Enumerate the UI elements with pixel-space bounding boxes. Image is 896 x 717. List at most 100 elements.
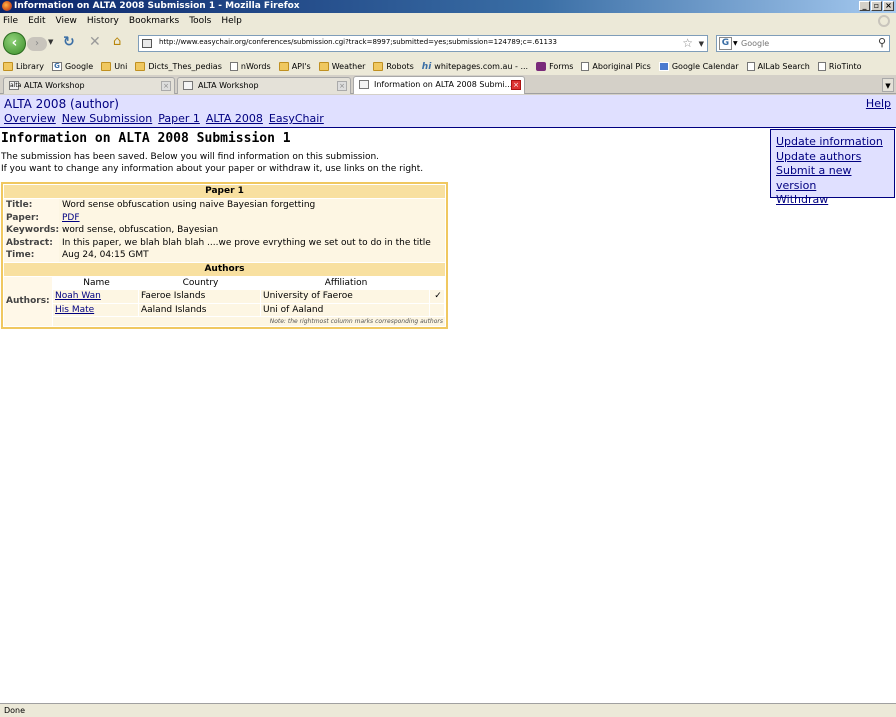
page-title: Information on ALTA 2008 Submission 1 xyxy=(1,131,291,146)
saved-message: The submission has been saved. Below you… xyxy=(1,152,380,162)
minimize-button[interactable]: _ xyxy=(859,1,870,11)
author-link[interactable]: Noah Wan xyxy=(55,291,101,301)
search-input[interactable] xyxy=(741,36,871,51)
menu-edit[interactable]: Edit xyxy=(28,16,45,26)
corresponding-note: Note: the rightmost column marks corresp… xyxy=(53,317,445,326)
easychair-header: ALTA 2008 (author) Help Overview New Sub… xyxy=(0,95,896,128)
nav-easychair[interactable]: EasyChair xyxy=(269,112,324,125)
tab-list-dropdown-icon[interactable]: ▼ xyxy=(882,78,894,92)
field-row-paper: Paper: PDF xyxy=(4,211,445,224)
stop-icon[interactable]: ✕ xyxy=(89,34,101,50)
menu-bar: File Edit View History Bookmarks Tools H… xyxy=(0,13,896,29)
paper-heading: Paper 1 xyxy=(4,185,445,198)
submission-actions-menu: Update information Update authors Submit… xyxy=(770,129,895,206)
bookmark-whitepages[interactable]: hi whitepages.com.au - ... xyxy=(421,61,528,72)
tab-close-icon[interactable]: × xyxy=(161,81,171,91)
nav-new-submission[interactable]: New Submission xyxy=(62,112,152,125)
bookmark-riotinto[interactable]: RioTinto xyxy=(817,61,862,71)
forward-button[interactable]: › xyxy=(27,37,47,51)
tab-alta-workshop-1[interactable]: alta ALTA Workshop × xyxy=(3,77,175,94)
url-bar[interactable]: http://www.easychair.org/conferences/sub… xyxy=(138,35,708,52)
page-icon xyxy=(229,61,238,71)
paper-title-value: Word sense obfuscation using naive Bayes… xyxy=(59,199,445,212)
forms-icon xyxy=(536,61,547,71)
google-engine-icon[interactable]: G xyxy=(719,37,732,50)
url-dropdown-icon[interactable]: ▼ xyxy=(699,40,704,48)
update-authors-link[interactable]: Update authors xyxy=(776,150,894,165)
help-link[interactable]: Help xyxy=(866,97,891,110)
corresponding-check-icon: ✓ xyxy=(430,290,444,303)
bookmark-apis[interactable]: API's xyxy=(278,61,311,71)
close-window-button[interactable]: × xyxy=(883,1,894,11)
bookmark-robots[interactable]: Robots xyxy=(373,61,414,71)
home-icon[interactable]: ⌂ xyxy=(113,34,121,49)
bookmark-dicts[interactable]: Dicts_Thes_pedias xyxy=(135,61,222,71)
table-row: His Mate Aaland Islands Uni of Aaland xyxy=(53,303,445,316)
abstract-value: In this paper, we blah blah blah ....we … xyxy=(59,236,445,249)
menu-tools[interactable]: Tools xyxy=(189,16,211,26)
withdraw-link[interactable]: Withdraw xyxy=(776,193,894,208)
folder-icon xyxy=(318,61,329,71)
folder-icon xyxy=(135,61,146,71)
bookmark-google-calendar[interactable]: Google Calendar xyxy=(658,61,739,71)
bookmark-forms[interactable]: Forms xyxy=(536,61,573,71)
update-information-link[interactable]: Update information xyxy=(776,135,894,150)
firefox-icon xyxy=(2,1,12,11)
submission-table: Paper 1 Title: Word sense obfuscation us… xyxy=(1,182,448,329)
bookmark-weather[interactable]: Weather xyxy=(318,61,365,71)
folder-icon xyxy=(278,61,289,71)
field-row-abstract: Abstract: In this paper, we blah blah bl… xyxy=(4,236,445,249)
reload-icon[interactable]: ↻ xyxy=(63,34,75,50)
bookmark-ailab-search[interactable]: AILab Search xyxy=(746,61,810,71)
search-icon[interactable]: ⚲ xyxy=(878,36,886,49)
maximize-button[interactable]: ▫ xyxy=(871,1,882,11)
bookmark-nwords[interactable]: nWords xyxy=(229,61,271,71)
pdf-link[interactable]: PDF xyxy=(62,213,80,223)
tab-strip: alta ALTA Workshop × ALTA Workshop × Inf… xyxy=(0,75,896,94)
nav-paper-1[interactable]: Paper 1 xyxy=(158,112,200,125)
authors-table: Name Country Affiliation Noah Wan Faeroe… xyxy=(53,276,445,326)
field-row-title: Title: Word sense obfuscation using naiv… xyxy=(4,199,445,212)
alta-favicon-icon: alta xyxy=(9,81,22,90)
back-button[interactable]: ‹ xyxy=(3,32,26,55)
whitepages-icon: hi xyxy=(421,61,432,72)
tab-close-icon[interactable]: × xyxy=(337,81,347,91)
google-icon: G xyxy=(51,61,62,71)
menu-help[interactable]: Help xyxy=(221,16,242,26)
bookmark-library[interactable]: Library xyxy=(3,61,44,71)
nav-alta-2008[interactable]: ALTA 2008 xyxy=(206,112,263,125)
menu-bookmarks[interactable]: Bookmarks xyxy=(129,16,179,26)
tab-alta-workshop-2[interactable]: ALTA Workshop × xyxy=(177,77,351,94)
tab-close-icon[interactable]: × xyxy=(511,80,521,90)
page-content: ALTA 2008 (author) Help Overview New Sub… xyxy=(0,95,896,703)
bookmark-uni[interactable]: Uni xyxy=(101,61,127,71)
engine-dropdown-icon[interactable]: ▼ xyxy=(733,40,738,47)
folder-icon xyxy=(3,61,13,71)
conference-nav: Overview New Submission Paper 1 ALTA 200… xyxy=(4,112,324,125)
page-icon xyxy=(817,61,826,71)
authors-header-row: Name Country Affiliation xyxy=(53,276,445,289)
tab-submission-info[interactable]: Information on ALTA 2008 Submi... × xyxy=(353,76,525,94)
author-link[interactable]: His Mate xyxy=(55,305,94,315)
url-text[interactable]: http://www.easychair.org/conferences/sub… xyxy=(159,38,557,46)
site-favicon-icon xyxy=(142,39,152,48)
bookmarks-toolbar: Library G Google Uni Dicts_Thes_pedias nW… xyxy=(0,57,896,75)
authors-block: Authors: Name Country Affiliation Noah W… xyxy=(4,276,445,326)
bookmark-star-icon[interactable]: ☆ xyxy=(682,36,693,50)
time-value: Aug 24, 04:15 GMT xyxy=(59,249,445,262)
bookmark-aboriginal-pics[interactable]: Aboriginal Pics xyxy=(581,61,651,71)
throbber-icon xyxy=(878,15,890,27)
navigation-toolbar: ‹ › ▼ ↻ ✕ ⌂ http://www.easychair.org/con… xyxy=(0,29,896,57)
menu-file[interactable]: File xyxy=(3,16,18,26)
search-bar[interactable]: G ▼ ⚲ xyxy=(716,35,890,52)
page-favicon-icon xyxy=(183,81,193,90)
menu-view[interactable]: View xyxy=(56,16,77,26)
window-titlebar: Information on ALTA 2008 Submission 1 - … xyxy=(0,0,896,13)
bookmark-google[interactable]: G Google xyxy=(51,61,93,71)
authors-heading: Authors xyxy=(4,262,445,276)
history-dropdown-icon[interactable]: ▼ xyxy=(48,38,53,46)
conference-title: ALTA 2008 (author) xyxy=(4,97,119,111)
submit-new-version-link[interactable]: Submit a new version xyxy=(776,164,894,193)
menu-history[interactable]: History xyxy=(87,16,119,26)
nav-overview[interactable]: Overview xyxy=(4,112,56,125)
